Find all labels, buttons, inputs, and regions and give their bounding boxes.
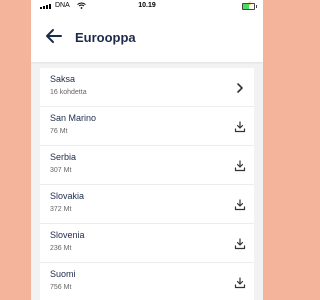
region-list: Saksa 16 kohdetta San Marino 76 Mt Serbi…: [40, 68, 254, 300]
list-item-subtitle: 756 Mt: [50, 284, 72, 291]
status-time: 10.19: [138, 2, 156, 9]
list-item-subtitle: 307 Mt: [50, 167, 72, 174]
status-bar: DNA 10.19 ⚡: [31, 0, 263, 12]
download-icon[interactable]: [234, 120, 246, 133]
download-icon[interactable]: [234, 198, 246, 211]
list-item-san-marino[interactable]: San Marino 76 Mt: [40, 107, 254, 146]
download-icon[interactable]: [234, 159, 246, 172]
phone-screen: DNA 10.19 ⚡ Eurooppa Saksa 16 kohdetta S…: [31, 0, 263, 300]
battery-charging-icon: [242, 3, 257, 10]
app-bar: Eurooppa: [31, 12, 263, 62]
chevron-right-icon[interactable]: [234, 81, 246, 93]
list-item-title: Serbia: [50, 152, 77, 162]
list-item-saksa[interactable]: Saksa 16 kohdetta: [40, 68, 254, 107]
list-item-title: San Marino: [50, 113, 97, 123]
list-item-slovakia[interactable]: Slovakia 372 Mt: [40, 185, 254, 224]
list-item-title: Slovakia: [50, 191, 85, 201]
list-item-title: Saksa: [50, 74, 76, 84]
list-item-suomi[interactable]: Suomi 756 Mt: [40, 263, 254, 300]
download-icon[interactable]: [234, 276, 246, 289]
list-item-slovenia[interactable]: Slovenia 236 Mt: [40, 224, 254, 263]
list-item-subtitle: 16 kohdetta: [50, 89, 87, 96]
list-item-title: Suomi: [50, 269, 76, 279]
list-item-title: Slovenia: [50, 230, 85, 240]
page-title: Eurooppa: [75, 30, 136, 45]
download-icon[interactable]: [234, 237, 246, 250]
list-item-subtitle: 372 Mt: [50, 206, 72, 213]
list-item-subtitle: 76 Mt: [50, 128, 68, 135]
list-item-serbia[interactable]: Serbia 307 Mt: [40, 146, 254, 185]
list-item-subtitle: 236 Mt: [50, 245, 72, 252]
back-arrow-icon[interactable]: [45, 28, 63, 44]
